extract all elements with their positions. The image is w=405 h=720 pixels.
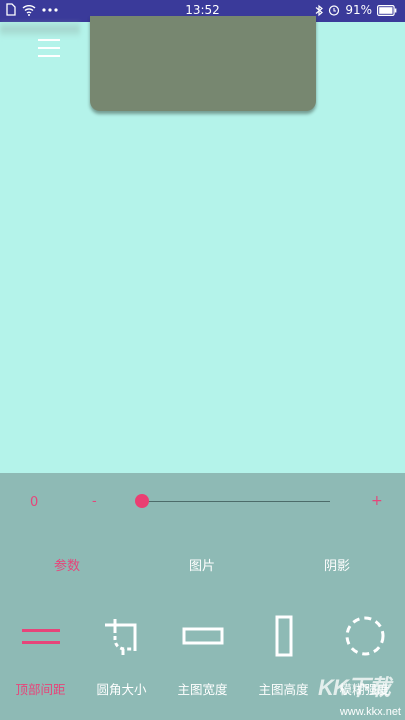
hamburger-menu-icon[interactable]	[38, 38, 60, 58]
height-icon	[275, 615, 293, 657]
watermark-url: www.kkx.net	[339, 706, 401, 718]
tab-image[interactable]: 图片	[162, 555, 242, 574]
slider-track[interactable]	[142, 501, 330, 502]
tab-params[interactable]: 参数	[27, 555, 107, 574]
corner-radius-icon	[105, 619, 137, 655]
blur-icon	[345, 616, 385, 656]
battery-icon	[377, 4, 397, 16]
slider-decrease-button[interactable]: -	[92, 494, 97, 509]
tool-label: 圆角大小	[96, 682, 147, 697]
tool-corner-radius[interactable]: 圆角大小	[81, 613, 162, 713]
watermark: KK下载 www.kkx.net	[318, 670, 405, 720]
tool-label: 顶部间距	[15, 682, 66, 697]
slider-thumb[interactable]	[135, 494, 149, 508]
slider-row: 0 - +	[0, 473, 405, 533]
slider-increase-button[interactable]: +	[371, 493, 383, 509]
slider-value-label: 0	[30, 495, 39, 510]
watermark-logo: KK下载	[318, 675, 391, 700]
width-icon	[182, 627, 224, 645]
battery-percent: 91%	[345, 3, 372, 17]
status-right: 91%	[315, 3, 397, 17]
tool-width[interactable]: 主图宽度	[162, 613, 243, 713]
tool-top-spacing[interactable]: 顶部间距	[0, 613, 81, 713]
bluetooth-icon	[315, 4, 324, 16]
top-spacing-icon	[22, 629, 60, 644]
preview-card	[90, 16, 316, 111]
preview-shadow	[0, 20, 80, 38]
alarm-icon	[329, 5, 340, 16]
tool-label: 主图高度	[258, 682, 309, 697]
tab-shadow[interactable]: 阴影	[297, 555, 377, 574]
tool-height[interactable]: 主图高度	[243, 613, 324, 713]
tool-label: 主图宽度	[177, 682, 228, 697]
tab-bar: 参数 图片 阴影	[0, 555, 405, 579]
